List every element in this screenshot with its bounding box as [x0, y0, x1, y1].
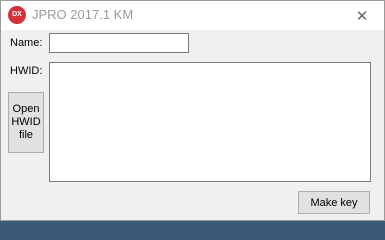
- name-input[interactable]: [49, 33, 189, 53]
- title-bar[interactable]: DX JPRO 2017.1 KM ✕: [1, 1, 384, 30]
- make-key-button[interactable]: Make key: [298, 191, 370, 214]
- hwid-label: HWID:: [10, 65, 43, 77]
- keygen-window: DX JPRO 2017.1 KM ✕ Name: HWID: Open HWI…: [0, 0, 385, 221]
- app-logo-icon: DX: [8, 6, 26, 24]
- name-label: Name:: [10, 37, 43, 49]
- window-title: JPRO 2017.1 KM: [32, 7, 134, 22]
- close-button[interactable]: ✕: [340, 1, 384, 30]
- open-hwid-file-button[interactable]: Open HWID file: [8, 92, 44, 153]
- hwid-textarea[interactable]: [49, 62, 371, 182]
- close-icon: ✕: [355, 7, 369, 25]
